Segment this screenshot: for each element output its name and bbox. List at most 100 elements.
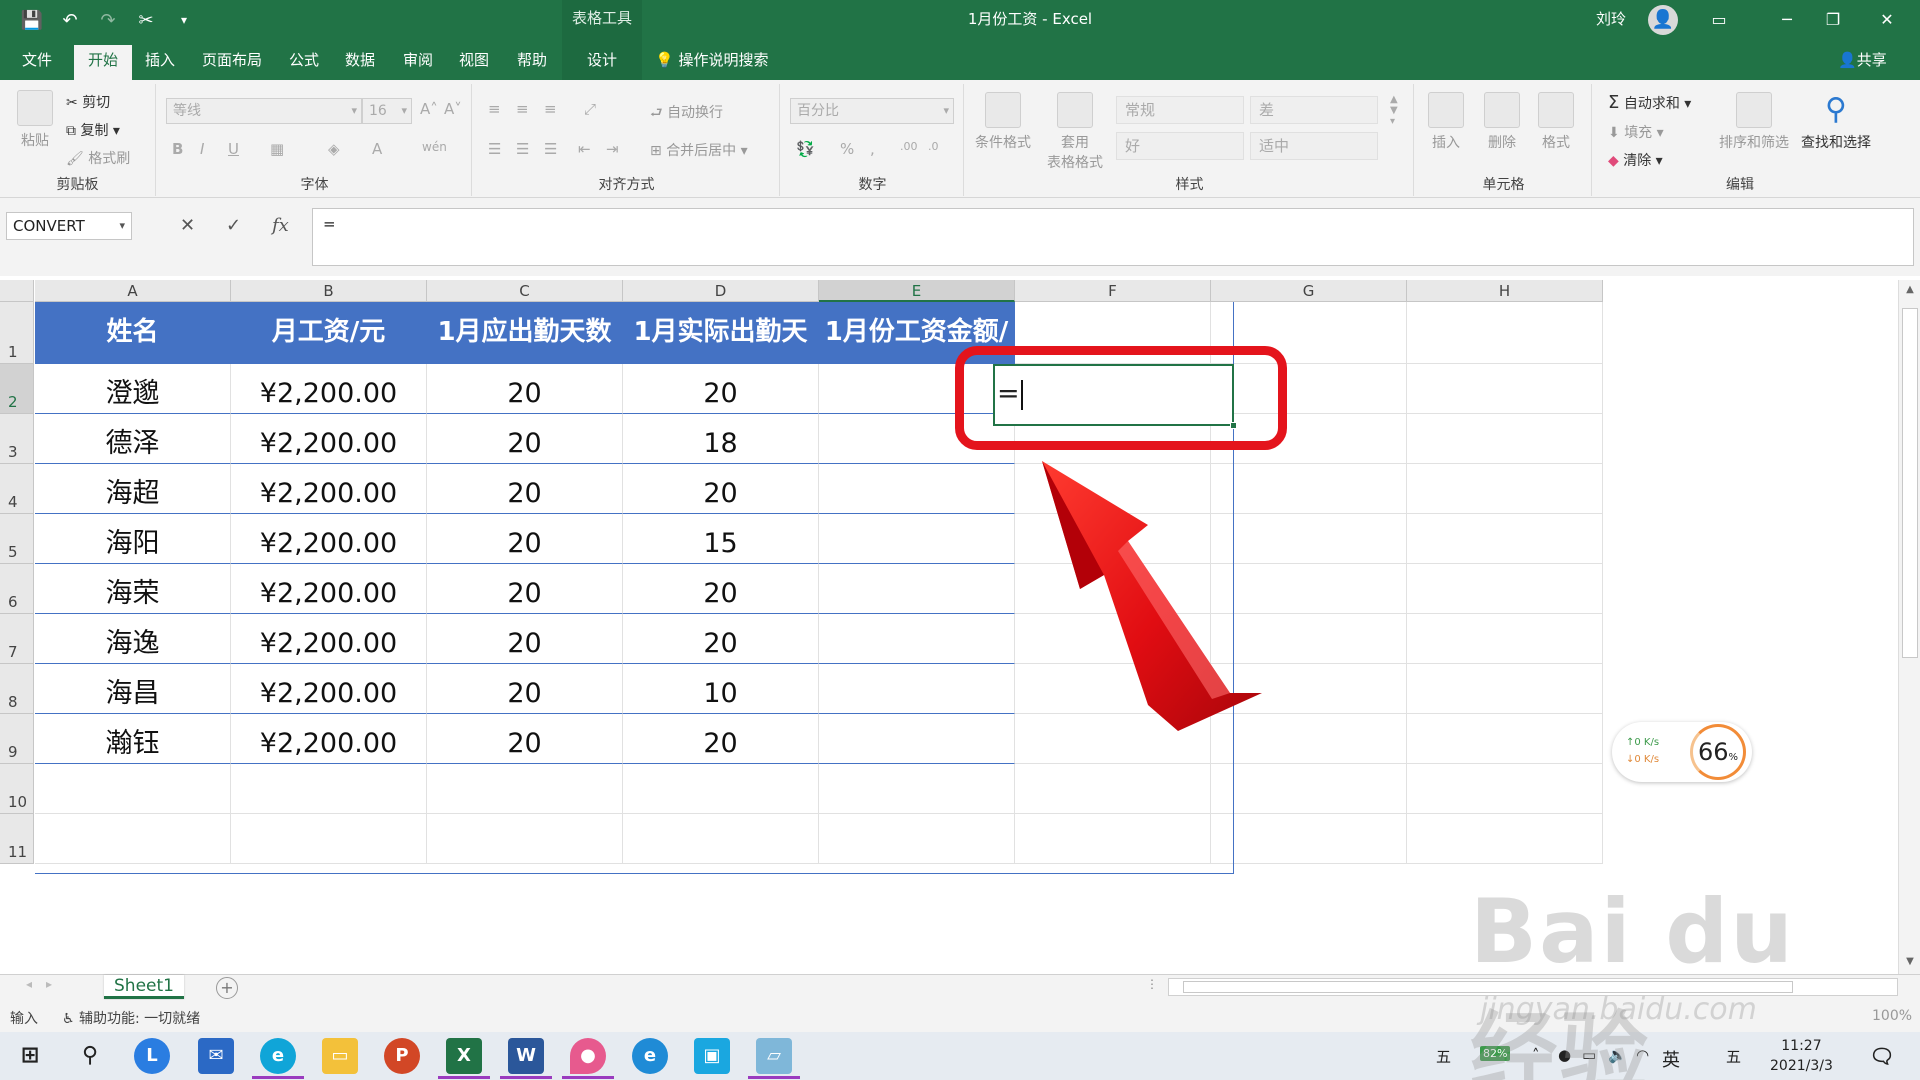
- cell-g9[interactable]: [1211, 714, 1407, 764]
- align-top-icon[interactable]: ≡: [488, 100, 501, 118]
- vertical-scroll-thumb[interactable]: [1902, 308, 1918, 658]
- table-data-cell[interactable]: [819, 564, 1015, 614]
- delete-cells-button[interactable]: 删除: [1476, 92, 1528, 152]
- cell-g2[interactable]: [1211, 364, 1407, 414]
- phonetic-icon[interactable]: wén: [422, 140, 447, 154]
- table-data-cell[interactable]: 海阳: [35, 514, 231, 564]
- share-button[interactable]: 👤共享: [1838, 40, 1887, 80]
- tab-splitter-icon[interactable]: ⋮: [1146, 977, 1158, 991]
- file-explorer-icon[interactable]: ▭: [322, 1038, 358, 1074]
- paint-icon[interactable]: ●: [570, 1038, 606, 1074]
- cell-h4[interactable]: [1407, 464, 1603, 514]
- edge-icon[interactable]: e: [632, 1038, 668, 1074]
- cell-a11[interactable]: [35, 814, 231, 864]
- wrap-text-button[interactable]: ⮐ 自动换行: [650, 102, 723, 126]
- table-data-cell[interactable]: 澄邈: [35, 364, 231, 414]
- align-right-icon[interactable]: ☰: [544, 140, 557, 158]
- style-normal[interactable]: 常规: [1116, 96, 1244, 124]
- table-data-cell[interactable]: 瀚钰: [35, 714, 231, 764]
- wifi-icon[interactable]: ◠: [1636, 1046, 1649, 1064]
- shrink-font-icon[interactable]: A˅: [444, 100, 462, 118]
- table-header-cell[interactable]: 1月份工资金额/元: [819, 302, 1015, 407]
- tab-formulas[interactable]: 公式: [280, 40, 328, 80]
- cell-h10[interactable]: [1407, 764, 1603, 814]
- tab-page-layout[interactable]: 页面布局: [196, 40, 268, 80]
- insert-cells-button[interactable]: 插入: [1420, 92, 1472, 152]
- table-data-cell[interactable]: 18: [623, 414, 819, 464]
- network-speed-widget[interactable]: ↑0 K/s ↓0 K/s 66%: [1612, 722, 1752, 782]
- tab-file[interactable]: 文件: [12, 40, 62, 80]
- cut-icon[interactable]: ✂: [134, 10, 158, 31]
- clock[interactable]: 11:27 2021/3/3: [1770, 1036, 1833, 1076]
- align-middle-icon[interactable]: ≡: [516, 100, 529, 118]
- row-header-2[interactable]: 2: [0, 364, 34, 414]
- table-data-cell[interactable]: [819, 514, 1015, 564]
- table-data-cell[interactable]: ¥2,200.00: [231, 514, 427, 564]
- app-l-icon[interactable]: L: [134, 1038, 170, 1074]
- orientation-icon[interactable]: ⤢: [584, 100, 596, 118]
- cell-e10[interactable]: [819, 764, 1015, 814]
- cell-f9[interactable]: [1015, 714, 1211, 764]
- percent-icon[interactable]: %: [840, 140, 854, 158]
- scroll-up-icon[interactable]: ▲: [1899, 284, 1920, 295]
- find-select-button[interactable]: ⚲ 查找和选择: [1794, 92, 1878, 152]
- decrease-decimal-icon[interactable]: .0: [928, 140, 939, 153]
- horizontal-scroll-thumb[interactable]: [1183, 981, 1793, 993]
- column-header-c[interactable]: C: [427, 280, 623, 302]
- cell-d11[interactable]: [623, 814, 819, 864]
- cell-h3[interactable]: [1407, 414, 1603, 464]
- cell-g10[interactable]: [1211, 764, 1407, 814]
- row-header-10[interactable]: 10: [0, 764, 34, 814]
- fill-button[interactable]: ⬇ 填充 ▾: [1608, 122, 1664, 142]
- fill-handle[interactable]: [1230, 422, 1237, 429]
- tell-me-search[interactable]: 💡 操作说明搜索: [655, 40, 768, 80]
- sort-filter-button[interactable]: 排序和筛选: [1714, 92, 1794, 152]
- cell-g1[interactable]: [1211, 302, 1407, 364]
- merge-center-button[interactable]: ⊞ 合并后居中 ▾: [650, 140, 748, 160]
- table-data-cell[interactable]: ¥2,200.00: [231, 414, 427, 464]
- grow-font-icon[interactable]: A˄: [420, 100, 438, 118]
- table-data-cell[interactable]: 海超: [35, 464, 231, 514]
- customize-qat-icon[interactable]: ▾: [172, 13, 196, 27]
- row-header-4[interactable]: 4: [0, 464, 34, 514]
- battery-indicator[interactable]: 82%: [1480, 1046, 1511, 1061]
- table-data-cell[interactable]: ¥2,200.00: [231, 564, 427, 614]
- column-header-e[interactable]: E: [819, 280, 1015, 302]
- paste-button[interactable]: 粘贴: [8, 90, 62, 150]
- tab-design[interactable]: 设计: [578, 40, 626, 80]
- ie-browser-icon[interactable]: e: [260, 1038, 296, 1074]
- fill-color-icon[interactable]: ◈: [328, 140, 340, 158]
- table-data-cell[interactable]: 20: [427, 364, 623, 414]
- insert-function-icon[interactable]: fx: [272, 212, 289, 240]
- cell-f5[interactable]: [1015, 514, 1211, 564]
- conditional-format-button[interactable]: 条件格式: [970, 92, 1036, 152]
- cell-f7[interactable]: [1015, 614, 1211, 664]
- table-data-cell[interactable]: 海荣: [35, 564, 231, 614]
- align-left-icon[interactable]: ☰: [488, 140, 501, 158]
- scroll-down-icon[interactable]: ▼: [1899, 956, 1920, 967]
- column-header-h[interactable]: H: [1407, 280, 1603, 302]
- cell-g3[interactable]: [1211, 414, 1407, 464]
- next-sheet-icon[interactable]: ▸: [46, 977, 52, 991]
- cell-g11[interactable]: [1211, 814, 1407, 864]
- font-name-combo[interactable]: 等线: [166, 98, 362, 124]
- italic-icon[interactable]: I: [200, 140, 204, 158]
- row-header-1[interactable]: 1: [0, 302, 34, 364]
- cell-f8[interactable]: [1015, 664, 1211, 714]
- border-icon[interactable]: ▦: [270, 140, 284, 158]
- font-color-icon[interactable]: A: [372, 140, 382, 158]
- bold-icon[interactable]: B: [172, 140, 183, 158]
- minimize-icon[interactable]: ─: [1764, 0, 1810, 40]
- cell-b10[interactable]: [231, 764, 427, 814]
- cell-f6[interactable]: [1015, 564, 1211, 614]
- cell-f11[interactable]: [1015, 814, 1211, 864]
- tab-help[interactable]: 帮助: [508, 40, 556, 80]
- user-name[interactable]: 刘玲: [1596, 0, 1626, 40]
- tab-view[interactable]: 视图: [450, 40, 498, 80]
- ime-language[interactable]: 英: [1662, 1046, 1680, 1072]
- row-header-3[interactable]: 3: [0, 414, 34, 464]
- table-data-cell[interactable]: [819, 714, 1015, 764]
- table-data-cell[interactable]: 海逸: [35, 614, 231, 664]
- table-data-cell[interactable]: ¥2,200.00: [231, 464, 427, 514]
- powerpoint-icon[interactable]: P: [384, 1038, 420, 1074]
